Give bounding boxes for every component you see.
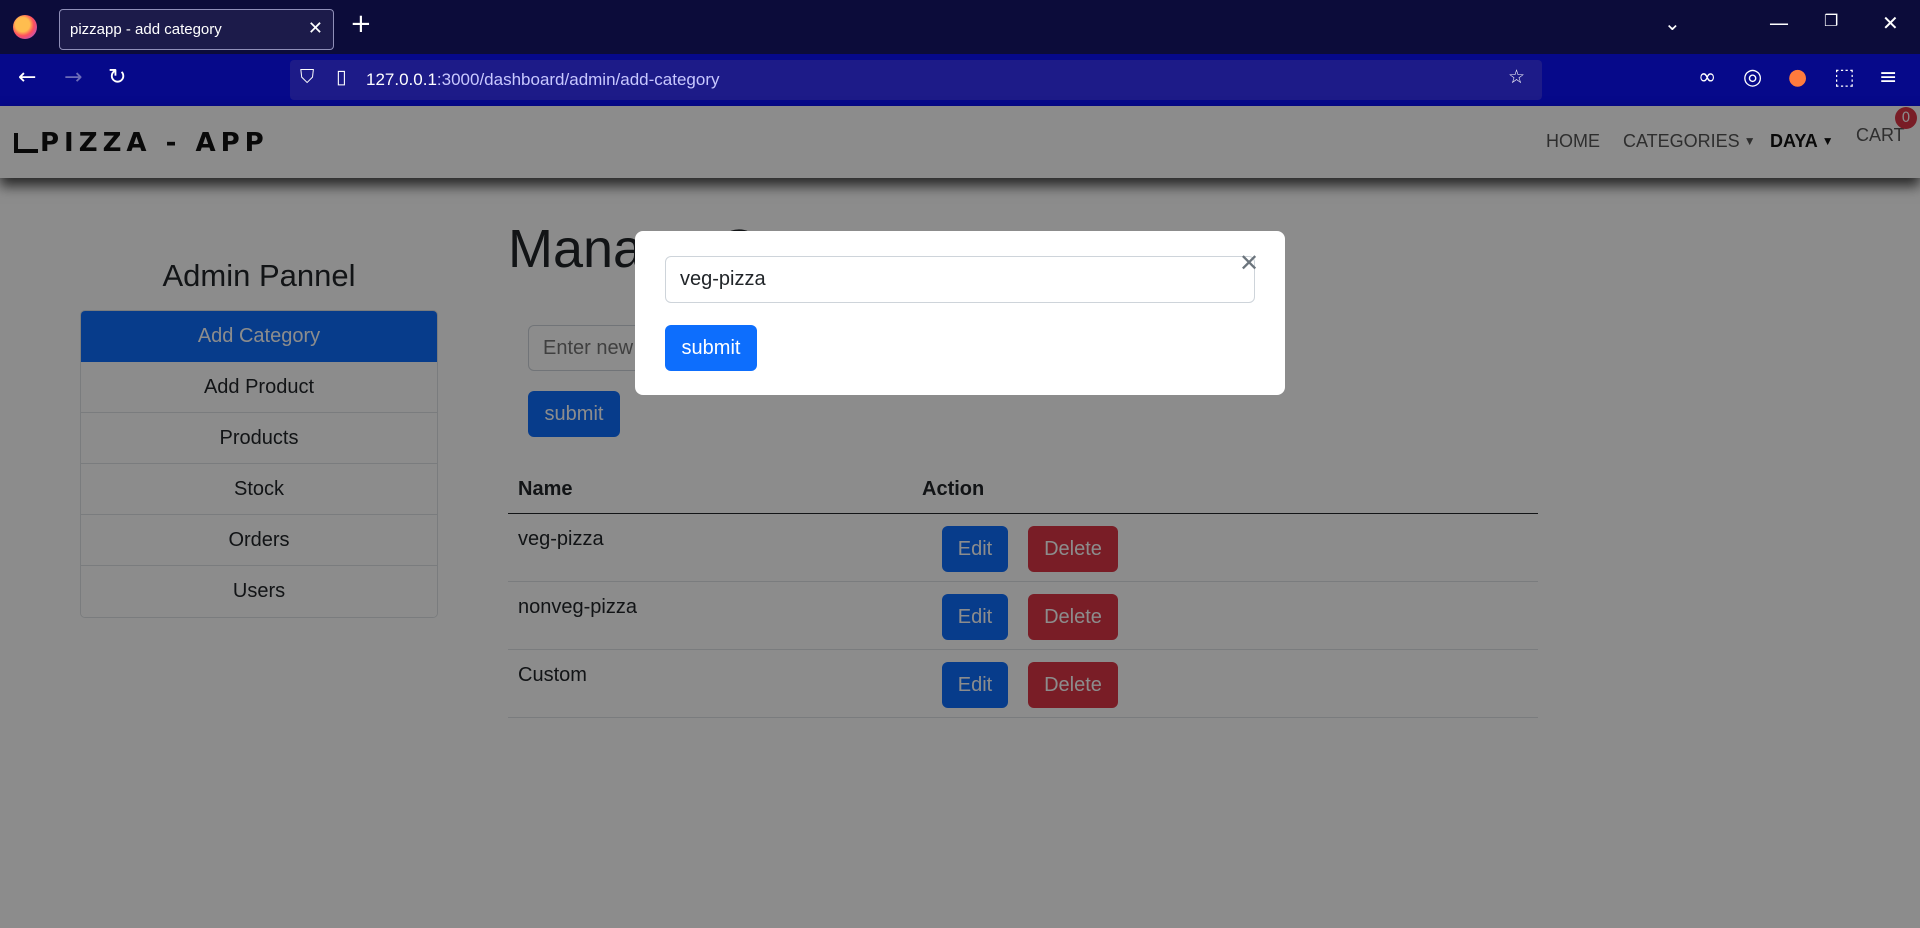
close-window-icon[interactable]: ✕ — [1882, 13, 1899, 33]
edit-category-modal: veg-pizza ✕ submit — [635, 231, 1285, 395]
modal-category-input[interactable]: veg-pizza — [665, 256, 1255, 303]
shield-icon[interactable]: ⛉ — [300, 68, 314, 87]
web-page: PIZZA - APP HOME CATEGORIES ▼ DAYA ▼ CART … — [0, 106, 1920, 928]
menu-hamburger-icon[interactable]: ≡ — [1879, 67, 1897, 89]
tab-title: pizzapp - add category — [70, 21, 222, 38]
tab-close-icon[interactable]: ✕ — [308, 18, 323, 39]
extensions-puzzle-icon[interactable]: ⬚ — [1834, 67, 1855, 89]
tab-list-chevron-icon[interactable]: ⌄ — [1664, 13, 1681, 33]
close-icon[interactable]: ✕ — [1239, 251, 1259, 275]
extension-fox-icon[interactable]: ● — [1788, 67, 1807, 89]
bookmark-star-icon[interactable]: ☆ — [1508, 68, 1525, 87]
browser-tab[interactable]: pizzapp - add category ✕ — [59, 9, 334, 50]
url-text[interactable]: 127.0.0.1:3000/dashboard/admin/add-categ… — [366, 70, 720, 90]
new-tab-icon[interactable]: + — [350, 11, 372, 37]
browser-nav-bar: ← → ↻ ⛉ ▯ 127.0.0.1:3000/dashboard/admin… — [0, 54, 1920, 106]
url-path: :3000/dashboard/admin/add-category — [436, 70, 720, 89]
reload-icon[interactable]: ↻ — [108, 67, 126, 89]
cookie-icon[interactable]: ◎ — [1743, 67, 1762, 89]
modal-backdrop[interactable] — [0, 106, 1920, 928]
url-bar[interactable]: ⛉ ▯ 127.0.0.1:3000/dashboard/admin/add-c… — [290, 60, 1542, 100]
forward-icon[interactable]: → — [64, 67, 82, 89]
modal-submit-button[interactable]: submit — [665, 325, 757, 371]
private-mask-icon[interactable]: ∞ — [1698, 67, 1716, 89]
page-info-icon[interactable]: ▯ — [336, 68, 346, 87]
minimize-icon[interactable]: — — [1769, 13, 1789, 33]
url-host: 127.0.0.1 — [366, 70, 437, 89]
back-icon[interactable]: ← — [18, 67, 36, 89]
firefox-logo-icon — [13, 15, 37, 39]
browser-tab-bar: pizzapp - add category ✕ + ⌄ — ❐ ✕ — [0, 0, 1920, 54]
restore-icon[interactable]: ❐ — [1824, 13, 1838, 29]
